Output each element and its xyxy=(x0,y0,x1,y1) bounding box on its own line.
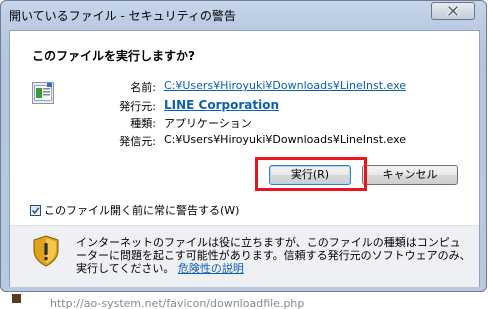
run-button[interactable]: 実行(R) xyxy=(269,165,351,185)
close-icon xyxy=(447,6,459,16)
file-name-link[interactable]: C:¥Users¥Hiroyuki¥Downloads¥LineInst.exe xyxy=(164,79,406,92)
screen: 開いているファイル - セキュリティの警告 このファイルを実行しますか? 名前:… xyxy=(0,0,489,309)
type-label: 種類: xyxy=(130,117,156,130)
background-url-text: http://ao-system.net/favicon/downloadfil… xyxy=(50,297,305,309)
close-button[interactable] xyxy=(431,2,475,20)
dialog-body: このファイルを実行しますか? 名前: C:¥Users¥Hiroyuki¥Dow… xyxy=(9,30,480,287)
name-label: 名前: xyxy=(130,81,156,94)
risk-explanation-link[interactable]: 危険性の説明 xyxy=(178,262,244,275)
security-warning-dialog: 開いているファイル - セキュリティの警告 このファイルを実行しますか? 名前:… xyxy=(0,0,487,292)
always-warn-option[interactable]: このファイル開く前に常に警告する(W) xyxy=(30,202,239,218)
source-value: C:¥Users¥Hiroyuki¥Downloads¥LineInst.exe xyxy=(164,133,407,146)
warning-text: インターネットのファイルは役に立ちますが、このファイルの種類はコンピューターに問… xyxy=(76,236,471,275)
background-page-icon xyxy=(12,294,21,303)
always-warn-checkbox[interactable] xyxy=(30,204,41,216)
dialog-heading: このファイルを実行しますか? xyxy=(32,49,195,63)
warning-message: インターネットのファイルは役に立ちますが、このファイルの種類はコンピューターに問… xyxy=(76,236,471,275)
shield-warning-icon xyxy=(32,235,60,271)
type-value: アプリケーション xyxy=(164,117,252,130)
cancel-button[interactable]: キャンセル xyxy=(362,165,458,185)
application-file-icon xyxy=(32,82,54,108)
publisher-link[interactable]: LINE Corporation xyxy=(164,98,279,112)
always-warn-label: このファイル開く前に常に警告する(W) xyxy=(44,204,240,217)
publisher-label: 発行元: xyxy=(119,100,156,113)
source-label: 発信元: xyxy=(119,135,156,148)
checkmark-icon xyxy=(31,206,40,214)
window-title: 開いているファイル - セキュリティの警告 xyxy=(9,9,236,23)
